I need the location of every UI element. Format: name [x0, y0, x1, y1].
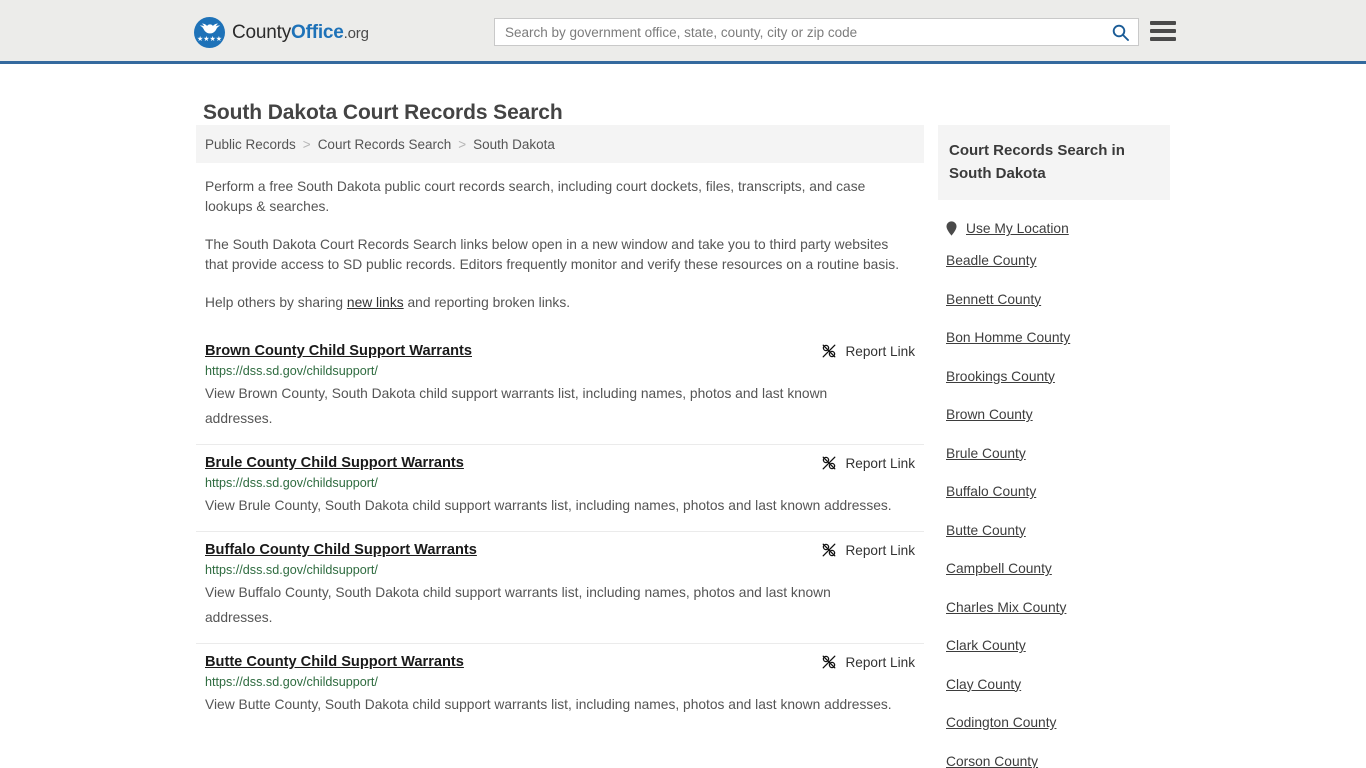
search-input[interactable]: [495, 19, 1102, 45]
main-content: Public Records > Court Records Search > …: [196, 125, 924, 730]
intro-paragraph-2: The South Dakota Court Records Search li…: [205, 237, 900, 272]
list-item: Bon Homme County: [938, 329, 1170, 347]
county-link-brookings[interactable]: Brookings County: [946, 369, 1055, 384]
county-link-brule[interactable]: Brule County: [946, 446, 1026, 461]
list-item: Corson County: [938, 753, 1170, 768]
county-link-butte[interactable]: Butte County: [946, 523, 1026, 538]
hamburger-menu-icon[interactable]: [1150, 21, 1176, 41]
result-title-link[interactable]: Brule County Child Support Warrants: [205, 455, 464, 471]
results-list: Brown County Child Support Warrants Repo…: [196, 333, 924, 730]
result-title-link[interactable]: Brown County Child Support Warrants: [205, 343, 472, 359]
list-item: Brown County: [938, 406, 1170, 424]
broken-link-icon: [821, 455, 837, 471]
breadcrumb-item-south-dakota: South Dakota: [473, 136, 555, 152]
county-link-buffalo[interactable]: Buffalo County: [946, 484, 1036, 499]
hamburger-bar: [1150, 29, 1176, 33]
intro-paragraph-1: Perform a free South Dakota public court…: [205, 179, 866, 214]
report-link-button[interactable]: Report Link: [821, 654, 915, 670]
result-url: https://dss.sd.gov/childsupport/: [205, 476, 378, 490]
result-title-link[interactable]: Butte County Child Support Warrants: [205, 654, 464, 670]
county-link-beadle[interactable]: Beadle County: [946, 253, 1037, 268]
site-header: ★★★★ CountyOffice.org: [0, 0, 1366, 64]
result-title-link[interactable]: Buffalo County Child Support Warrants: [205, 542, 477, 558]
county-link-clay[interactable]: Clay County: [946, 677, 1021, 692]
breadcrumb-item-public-records[interactable]: Public Records: [205, 137, 296, 152]
eagle-emblem-icon: ★★★★: [194, 17, 225, 48]
page-title: South Dakota Court Records Search: [203, 101, 563, 125]
intro-paragraph-3: Help others by sharing new links and rep…: [196, 275, 924, 313]
list-item: Brookings County: [938, 368, 1170, 386]
list-item: Butte County: [938, 522, 1170, 540]
breadcrumb-separator: >: [302, 136, 311, 152]
logo-text: CountyOffice.org: [232, 22, 369, 44]
result-item: Brule County Child Support Warrants Repo…: [196, 444, 924, 531]
report-link-label: Report Link: [845, 455, 915, 471]
logo-text-county: County: [232, 21, 292, 43]
search-box: [494, 18, 1139, 46]
intro-paragraph-3-suffix: and reporting broken links.: [403, 295, 571, 310]
site-logo[interactable]: ★★★★ CountyOffice.org: [194, 17, 369, 48]
search-button[interactable]: [1102, 19, 1138, 45]
report-link-label: Report Link: [845, 542, 915, 558]
sidebar-heading: Court Records Search in South Dakota: [938, 125, 1170, 200]
list-item: Clay County: [938, 676, 1170, 694]
list-item: Clark County: [938, 637, 1170, 655]
eagle-glyph: [199, 23, 220, 34]
result-url: https://dss.sd.gov/childsupport/: [205, 563, 378, 577]
report-link-button[interactable]: Report Link: [821, 343, 915, 359]
result-item: Brown County Child Support Warrants Repo…: [196, 333, 924, 444]
county-link-bennett[interactable]: Bennett County: [946, 292, 1041, 307]
result-item: Butte County Child Support Warrants Repo…: [196, 643, 924, 730]
hamburger-bar: [1150, 21, 1176, 25]
list-item: Buffalo County: [938, 483, 1170, 501]
new-links-link[interactable]: new links: [347, 295, 404, 310]
broken-link-icon: [821, 654, 837, 670]
report-link-button[interactable]: Report Link: [821, 455, 915, 471]
result-url: https://dss.sd.gov/childsupport/: [205, 364, 378, 378]
result-description: View Buffalo County, South Dakota child …: [205, 585, 831, 625]
broken-link-icon: [821, 542, 837, 558]
result-url: https://dss.sd.gov/childsupport/: [205, 675, 378, 689]
list-item: Beadle County: [938, 252, 1170, 270]
breadcrumb: Public Records > Court Records Search > …: [196, 125, 924, 163]
list-item: Codington County: [938, 714, 1170, 732]
county-link-clark[interactable]: Clark County: [946, 638, 1026, 653]
logo-text-office: Office: [291, 21, 344, 43]
county-link-bon-homme[interactable]: Bon Homme County: [946, 330, 1070, 345]
result-description: View Brule County, South Dakota child su…: [205, 498, 892, 513]
list-item: Brule County: [938, 445, 1170, 463]
result-item: Buffalo County Child Support Warrants Re…: [196, 531, 924, 643]
breadcrumb-item-court-records-search[interactable]: Court Records Search: [318, 137, 452, 152]
intro-paragraph-3-prefix: Help others by sharing: [205, 295, 347, 310]
use-my-location-row[interactable]: Use My Location: [938, 221, 1170, 236]
county-link-codington[interactable]: Codington County: [946, 715, 1056, 730]
list-item: Bennett County: [938, 291, 1170, 309]
county-link-brown[interactable]: Brown County: [946, 407, 1033, 422]
result-description: View Butte County, South Dakota child su…: [205, 697, 892, 712]
search-icon: [1112, 24, 1129, 41]
list-item: Charles Mix County: [938, 599, 1170, 617]
report-link-label: Report Link: [845, 343, 915, 359]
report-link-label: Report Link: [845, 654, 915, 670]
hamburger-bar: [1150, 37, 1176, 41]
result-description: View Brown County, South Dakota child su…: [205, 386, 828, 426]
logo-text-dotorg: .org: [343, 24, 369, 42]
county-link-charles-mix[interactable]: Charles Mix County: [946, 600, 1066, 615]
map-pin-icon: [946, 221, 957, 236]
sidebar: Court Records Search in South Dakota Use…: [938, 125, 1170, 768]
use-my-location-link[interactable]: Use My Location: [966, 221, 1069, 236]
report-link-button[interactable]: Report Link: [821, 542, 915, 558]
county-link-corson[interactable]: Corson County: [946, 754, 1038, 768]
breadcrumb-separator: >: [458, 136, 467, 152]
list-item: Campbell County: [938, 560, 1170, 578]
emblem-stars: ★★★★: [196, 36, 223, 43]
broken-link-icon: [821, 343, 837, 359]
county-link-campbell[interactable]: Campbell County: [946, 561, 1052, 576]
county-list: Beadle County Bennett County Bon Homme C…: [938, 252, 1170, 768]
